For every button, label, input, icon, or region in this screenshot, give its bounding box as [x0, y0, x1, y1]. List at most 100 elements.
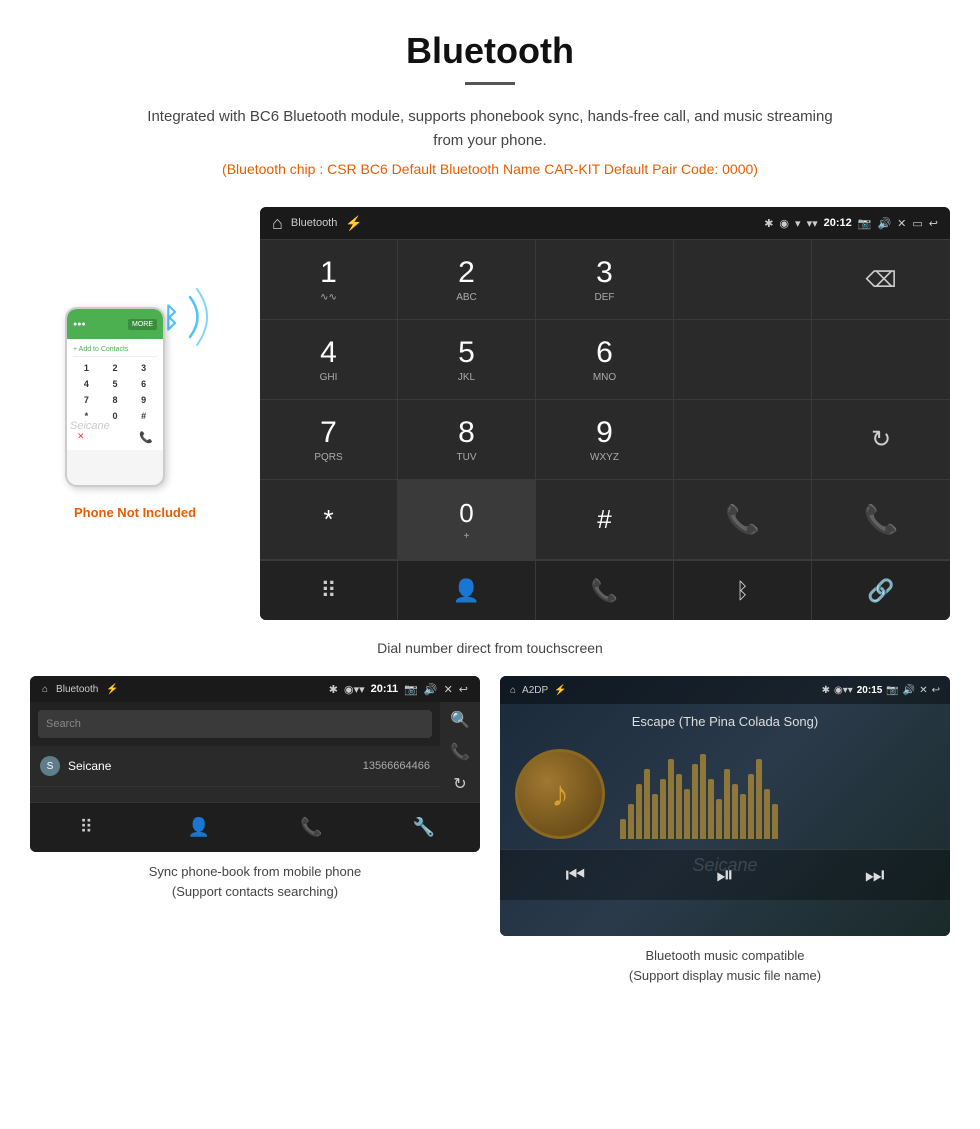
nav-more[interactable]: 🔗 [812, 561, 950, 620]
bottom-panels: ⌂ Bluetooth ⚡ ✱ ◉▾▾ 20:11 📷 🔊 ✕ ↩ [0, 676, 980, 985]
dialpad-key-star[interactable]: * [260, 480, 398, 560]
nav-call-log[interactable]: 📞 [536, 561, 674, 620]
pb-usb-icon: ⚡ [106, 684, 118, 695]
music-usb-icon: ⚡ [554, 685, 566, 696]
dialpad-key-6[interactable]: 6 MNO [536, 320, 674, 400]
phonebook-bottom-nav: ⠿ 👤 📞 🔧 [30, 802, 480, 852]
call-red-icon: 📞 [864, 503, 899, 536]
phone-key-4: 4 [73, 377, 100, 391]
dialpad-call-red[interactable]: 📞 [812, 480, 950, 560]
signal-icon: ▾ [795, 217, 801, 230]
dialpad-key-hash[interactable]: # [536, 480, 674, 560]
back-icon[interactable]: ↩ [929, 217, 938, 230]
pb-nav-contacts-active[interactable]: 👤 [143, 803, 256, 852]
pb-home-icon[interactable]: ⌂ [42, 684, 48, 695]
music-bt-icon: ✱ [822, 685, 830, 696]
album-art: ♪ [515, 749, 605, 839]
pb-app-name: Bluetooth [56, 684, 98, 695]
music-app-name: A2DP [522, 685, 548, 696]
music-signal: ◉▾▾ [834, 685, 853, 696]
dial-caption: Dial number direct from touchscreen [0, 640, 980, 656]
dial-bottom-nav: ⠿ 👤 📞 ᛒ 🔗 [260, 560, 950, 620]
pb-close[interactable]: ✕ [444, 683, 453, 696]
music-caption: Bluetooth music compatible (Support disp… [500, 946, 950, 985]
music-screen-container: ⌂ A2DP ⚡ ✱ ◉▾▾ 20:15 📷 🔊 ✕ ↩ [500, 676, 950, 936]
pb-nav-wrench[interactable]: 🔧 [368, 803, 481, 852]
dialpad-key-0[interactable]: 0 + [398, 480, 536, 560]
phonebook-panel: ⌂ Bluetooth ⚡ ✱ ◉▾▾ 20:11 📷 🔊 ✕ ↩ [30, 676, 480, 985]
contact-row-seicane[interactable]: S Seicane 13566664466 [30, 746, 440, 787]
phone-add-contacts: + Add to Contacts [73, 343, 157, 357]
music-status-bar: ⌂ A2DP ⚡ ✱ ◉▾▾ 20:15 📷 🔊 ✕ ↩ [500, 676, 950, 704]
music-camera: 📷 [886, 685, 898, 696]
dialpad-backspace[interactable]: ⌫ [812, 240, 950, 320]
phone-screen-header: ●●● MORE [67, 309, 163, 339]
dialpad-empty-2 [674, 320, 812, 400]
nav-bluetooth[interactable]: ᛒ [674, 561, 812, 620]
dial-status-bar: ⌂ Bluetooth ⚡ ✱ ◉ ▾ ▾▾ 20:12 📷 🔊 ✕ ▭ ↩ [260, 207, 950, 239]
dialpad-key-7[interactable]: 7 PQRS [260, 400, 398, 480]
music-back[interactable]: ↩ [932, 685, 940, 696]
pb-time: 20:11 [371, 683, 399, 695]
phonebook-search-bar[interactable]: Search [38, 710, 432, 738]
music-screen: ⌂ A2DP ⚡ ✱ ◉▾▾ 20:15 📷 🔊 ✕ ↩ [500, 676, 950, 936]
pb-back[interactable]: ↩ [459, 683, 468, 696]
music-vol: 🔊 [903, 685, 915, 696]
page-title: Bluetooth [20, 30, 960, 72]
next-track-button[interactable]: ⏭ [865, 862, 885, 888]
phone-not-included-label: Phone Not Included [74, 505, 196, 520]
pb-search-icon[interactable]: 🔍 [450, 710, 470, 730]
close-icon[interactable]: ✕ [897, 217, 906, 230]
music-panel: ⌂ A2DP ⚡ ✱ ◉▾▾ 20:15 📷 🔊 ✕ ↩ [500, 676, 950, 985]
pb-nav-calls[interactable]: 📞 [255, 803, 368, 852]
nav-dialpad[interactable]: ⠿ [260, 561, 398, 620]
dialpad-key-2[interactable]: 2 ABC [398, 240, 536, 320]
pb-refresh-icon[interactable]: ↻ [453, 774, 466, 794]
phonebook-screen: ⌂ Bluetooth ⚡ ✱ ◉▾▾ 20:11 📷 🔊 ✕ ↩ [30, 676, 480, 852]
music-equalizer [620, 749, 935, 839]
pb-signal: ◉▾▾ [344, 683, 365, 696]
dialpad-key-3[interactable]: 3 DEF [536, 240, 674, 320]
phonebook-main: Search S Seicane 13566664466 [30, 702, 440, 802]
dialpad-key-8[interactable]: 8 TUV [398, 400, 536, 480]
title-divider [465, 82, 515, 85]
phone-key-5: 5 [102, 377, 129, 391]
home-icon[interactable]: ⌂ [272, 213, 283, 234]
phone-screen-body: + Add to Contacts 1 2 3 4 5 6 7 8 9 * 0 … [67, 339, 163, 450]
dialpad-key-4[interactable]: 4 GHI [260, 320, 398, 400]
phone-key-6: 6 [130, 377, 157, 391]
seicane-watermark-phone: Seicane [70, 420, 110, 432]
status-bar-left: ⌂ Bluetooth ⚡ [272, 213, 363, 234]
dialpad-refresh[interactable]: ↻ [812, 400, 950, 480]
page-header: Bluetooth Integrated with BC6 Bluetooth … [0, 0, 980, 207]
prev-track-button[interactable]: ⏮ [565, 862, 585, 888]
pb-call-icon[interactable]: 📞 [450, 742, 470, 762]
camera-icon: 📷 [858, 217, 872, 230]
search-placeholder: Search [46, 718, 424, 730]
dialpad-key-1[interactable]: 1 ∿∿ [260, 240, 398, 320]
phonebook-status-bar: ⌂ Bluetooth ⚡ ✱ ◉▾▾ 20:11 📷 🔊 ✕ ↩ [30, 676, 480, 702]
phonebook-caption: Sync phone-book from mobile phone (Suppo… [30, 862, 480, 901]
svg-text:ᛒ: ᛒ [163, 302, 180, 333]
pb-vol: 🔊 [424, 683, 438, 696]
nav-contacts[interactable]: 👤 [398, 561, 536, 620]
dialpad-empty-3 [812, 320, 950, 400]
music-home-icon[interactable]: ⌂ [510, 685, 516, 696]
backspace-icon: ⌫ [865, 267, 896, 293]
dialpad-call-green[interactable]: 📞 [674, 480, 812, 560]
call-green-icon: 📞 [725, 503, 760, 536]
music-time: 20:15 [857, 685, 883, 696]
contact-name: Seicane [68, 759, 363, 773]
contact-initial: S [40, 756, 60, 776]
phone-key-hash: # [130, 409, 157, 423]
time-display: 20:12 [824, 217, 852, 229]
phone-section: ᛒ ●●● MORE + Add to Contacts 1 2 3 4 5 [30, 207, 240, 620]
phonebook-search-area: Search [30, 702, 440, 746]
pb-nav-dialpad[interactable]: ⠿ [30, 803, 143, 852]
volume-icon: 🔊 [877, 217, 891, 230]
phone-body: ●●● MORE + Add to Contacts 1 2 3 4 5 6 7… [65, 307, 165, 487]
music-close[interactable]: ✕ [919, 685, 927, 696]
dialpad-key-5[interactable]: 5 JKL [398, 320, 536, 400]
dialpad-key-9[interactable]: 9 WXYZ [536, 400, 674, 480]
phone-more-btn: MORE [128, 319, 157, 330]
